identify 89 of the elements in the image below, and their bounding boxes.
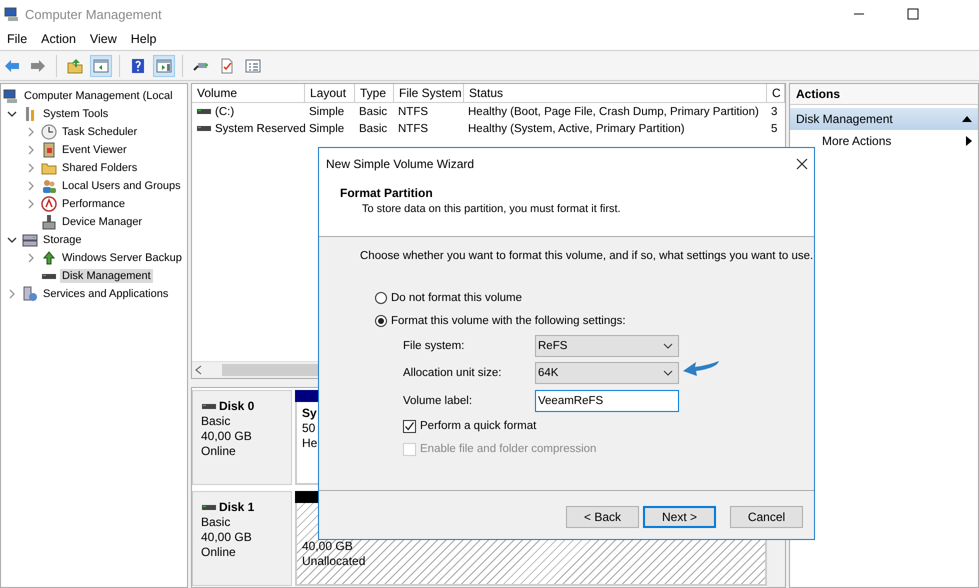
- book-icon: [41, 142, 57, 158]
- tree-item[interactable]: Device Manager: [60, 215, 144, 229]
- tree-item[interactable]: Computer Management (Local: [22, 89, 175, 103]
- tree-item[interactable]: Performance: [60, 197, 127, 211]
- gauge-icon: [41, 196, 57, 212]
- table-cell: Healthy (Boot, Page File, Crash Dump, Primary Partition): [468, 106, 759, 118]
- maximize-icon[interactable]: [907, 8, 919, 20]
- table-cell: Basic: [359, 106, 388, 118]
- menu-item[interactable]: File: [0, 32, 34, 46]
- tree-item[interactable]: Disk Management: [60, 269, 153, 283]
- radio-button[interactable]: [375, 314, 387, 326]
- radio-label[interactable]: Format this volume with the following settings:: [391, 314, 626, 326]
- window-title: Computer Management: [25, 6, 163, 22]
- disk-name: Disk 1: [219, 500, 254, 515]
- tree-item[interactable]: Services and Applications: [41, 287, 170, 301]
- chevron-icon[interactable]: [7, 235, 17, 245]
- column-header[interactable]: C: [767, 84, 785, 103]
- tree-item[interactable]: Task Scheduler: [60, 125, 140, 139]
- checkbox[interactable]: [403, 420, 416, 432]
- tree-item[interactable]: Storage: [41, 233, 84, 247]
- page-heading: Format Partition: [340, 186, 434, 200]
- checkbox-label[interactable]: Perform a quick format: [420, 420, 536, 432]
- disk-size: 40,00 GB: [201, 429, 253, 444]
- field-label: Allocation unit size:: [403, 367, 502, 380]
- table-cell: Healthy (System, Active, Primary Partition): [468, 122, 685, 134]
- column-header[interactable]: Status: [464, 84, 767, 103]
- tree-item[interactable]: Windows Server Backup: [60, 251, 184, 265]
- field-label: File system:: [403, 340, 466, 352]
- column-header[interactable]: Layout: [305, 84, 355, 103]
- radio-button[interactable]: [375, 292, 387, 304]
- menu-item[interactable]: Help: [124, 32, 164, 46]
- disk-status: Online: [201, 545, 237, 560]
- instruction-text: Choose whether you want to format this volume, and if so, what settings you want to use.: [360, 250, 814, 262]
- dropdown[interactable]: ReFS: [535, 334, 679, 357]
- action-section[interactable]: Disk Management: [790, 108, 978, 130]
- table-cell: 3: [771, 106, 778, 118]
- partition-text: Unallocated: [302, 554, 366, 569]
- column-header[interactable]: File System: [394, 84, 464, 103]
- disk-type: Basic: [201, 515, 232, 530]
- partition-text: Sy: [302, 406, 317, 421]
- chevron-icon[interactable]: [7, 109, 17, 119]
- submenu-arrow-icon: [966, 136, 972, 146]
- collapse-icon: [962, 115, 972, 123]
- partition-text: 40,00 GB: [302, 539, 353, 554]
- dialog-button[interactable]: < Back: [566, 506, 639, 528]
- input-field[interactable]: VeeamReFS: [535, 390, 679, 412]
- computer-icon: [4, 6, 20, 22]
- close-icon[interactable]: [796, 158, 808, 170]
- partition-text: He: [302, 436, 318, 451]
- disk-size: 40,00 GB: [201, 530, 253, 545]
- action-pane-icon[interactable]: [153, 54, 175, 76]
- table-cell: Simple: [309, 122, 344, 134]
- column-header[interactable]: Type: [355, 84, 394, 103]
- services-icon: [22, 286, 38, 302]
- disk-name: Disk 0: [219, 399, 254, 414]
- clock-icon: [41, 124, 57, 140]
- table-cell: Simple: [309, 106, 344, 118]
- users-icon: [41, 178, 57, 194]
- action-item[interactable]: More Actions: [790, 130, 978, 152]
- tree-item[interactable]: System Tools: [41, 107, 110, 121]
- device-icon: [41, 214, 57, 230]
- table-cell: NTFS: [398, 106, 428, 118]
- dialog-button[interactable]: Cancel: [730, 506, 803, 528]
- table-cell: 5: [771, 122, 778, 134]
- dialog-title: New Simple Volume Wizard: [326, 156, 474, 170]
- table-cell: NTFS: [398, 122, 428, 134]
- console-pane-icon[interactable]: [90, 54, 112, 76]
- tree-item[interactable]: Local Users and Groups: [60, 179, 183, 193]
- backup-icon: [41, 250, 57, 266]
- field-label: Volume label:: [403, 394, 474, 407]
- radio-label[interactable]: Do not format this volume: [391, 292, 522, 304]
- disk-status: Online: [201, 444, 237, 459]
- menu-item[interactable]: Action: [34, 32, 83, 46]
- table-cell: System Reserved: [215, 122, 306, 134]
- panel-title: Actions: [790, 84, 978, 105]
- table-cell: Basic: [359, 122, 388, 134]
- computer-icon: [3, 88, 19, 104]
- dropdown[interactable]: 64K: [535, 362, 679, 384]
- disk-type: Basic: [201, 414, 232, 429]
- menu-item[interactable]: View: [82, 32, 124, 46]
- partition-text: 50: [302, 421, 316, 436]
- dialog-button[interactable]: Next >: [643, 506, 716, 528]
- page-description: To store data on this partition, you must format it first.: [362, 203, 622, 215]
- tree-item[interactable]: Shared Folders: [60, 161, 140, 175]
- table-cell: (C:): [215, 106, 234, 118]
- storage-icon: [22, 232, 38, 248]
- tree-item[interactable]: Event Viewer: [60, 143, 129, 157]
- pointer-arrow: [683, 358, 721, 378]
- column-header[interactable]: Volume: [192, 84, 305, 103]
